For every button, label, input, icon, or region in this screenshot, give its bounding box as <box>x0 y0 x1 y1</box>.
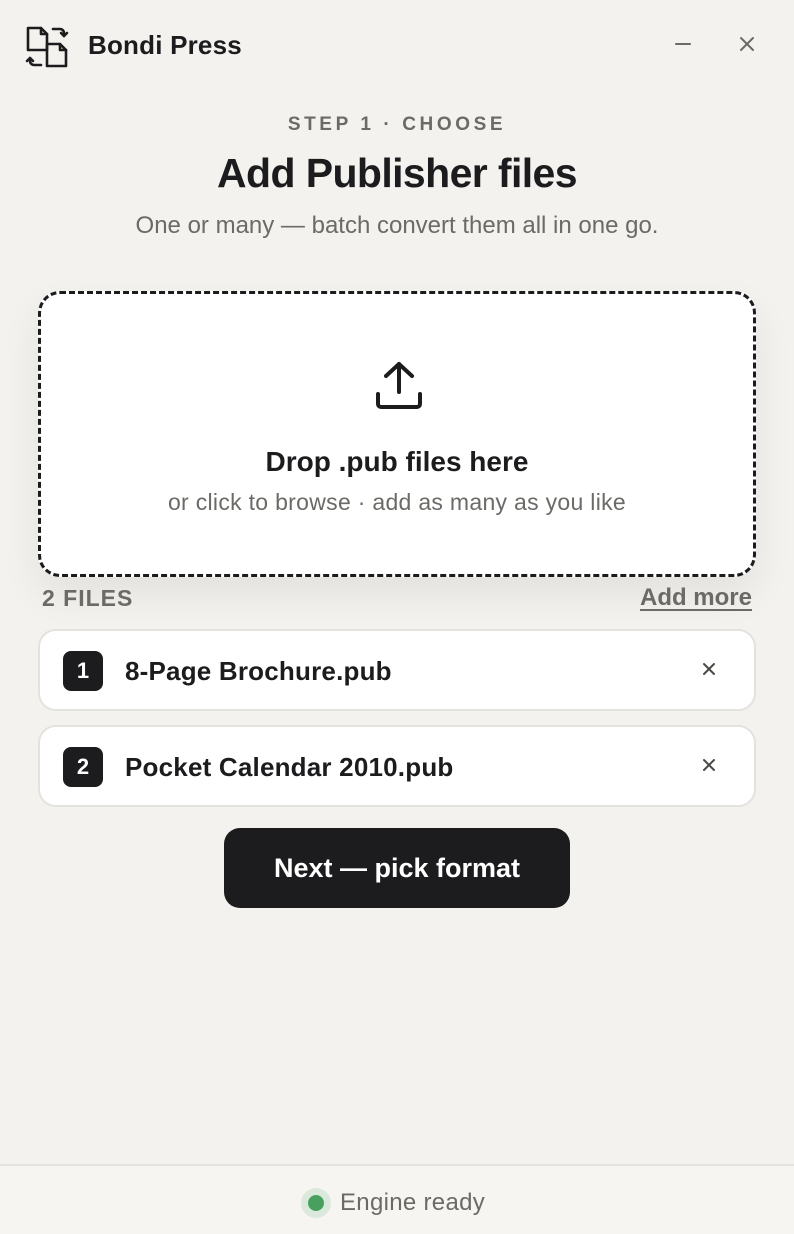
next-button[interactable]: Next — pick format <box>224 828 570 908</box>
title-bar: Bondi Press <box>0 0 794 94</box>
status-dot-icon <box>308 1195 324 1211</box>
minimize-button[interactable] <box>667 30 699 62</box>
file-dropzone[interactable]: Drop .pub files here or click to browse … <box>38 291 756 577</box>
file-index-badge: 1 <box>63 651 103 691</box>
file-name: Pocket Calendar 2010.pub <box>125 752 454 782</box>
close-window-button[interactable] <box>731 30 763 62</box>
page-subtitle: One or many — batch convert them all in … <box>135 212 659 239</box>
files-count: 2 FILES <box>42 585 134 611</box>
add-more-link[interactable]: Add more <box>640 584 752 612</box>
status-text: Engine ready <box>340 1189 486 1216</box>
file-name: 8-Page Brochure.pub <box>125 656 392 686</box>
dropzone-title: Drop .pub files here <box>265 446 529 477</box>
minimize-icon <box>674 35 692 58</box>
page-title: Add Publisher files <box>217 150 578 196</box>
file-index-badge: 2 <box>63 747 103 787</box>
remove-file-button[interactable] <box>697 755 721 779</box>
status-indicator <box>301 1188 331 1218</box>
close-icon <box>738 35 756 58</box>
file-list-item: 1 8-Page Brochure.pub <box>38 629 756 711</box>
status-bar: Engine ready <box>0 1164 794 1234</box>
app-name: Bondi Press <box>88 30 242 60</box>
remove-icon <box>701 661 717 682</box>
step-eyebrow: STEP 1 · CHOOSE <box>287 114 507 135</box>
dropzone-subtitle: or click to browse · add as many as you … <box>167 489 627 515</box>
file-convert-icon <box>24 24 70 70</box>
upload-icon <box>374 360 424 412</box>
remove-icon <box>701 757 717 778</box>
remove-file-button[interactable] <box>697 659 721 683</box>
file-list-item: 2 Pocket Calendar 2010.pub <box>38 725 756 807</box>
